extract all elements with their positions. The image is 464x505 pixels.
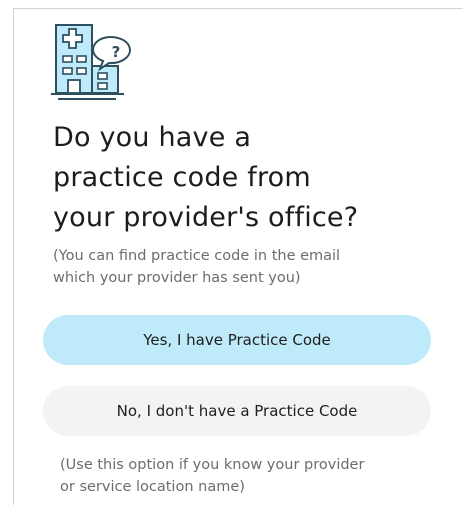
clinic-question-icon: ? xyxy=(51,24,131,100)
note-line: or service location name) xyxy=(60,479,245,495)
yes-button-label: Yes, I have Practice Code xyxy=(143,331,331,349)
page-title: Do you have a practice code from your pr… xyxy=(53,118,423,238)
svg-text:?: ? xyxy=(112,43,121,61)
title-line: your provider's office? xyxy=(53,202,359,233)
no-button-label: No, I don't have a Practice Code xyxy=(116,402,358,420)
helper-line: which your provider has sent you) xyxy=(53,270,301,286)
title-line: practice code from xyxy=(53,162,311,193)
helper-line: (You can find practice code in the email xyxy=(53,248,341,264)
yes-practice-code-button[interactable]: Yes, I have Practice Code xyxy=(43,315,431,365)
helper-text: (You can find practice code in the email… xyxy=(53,245,423,289)
title-line: Do you have a xyxy=(53,122,252,153)
no-practice-code-button[interactable]: No, I don't have a Practice Code xyxy=(43,386,431,436)
option-note: (Use this option if you know your provid… xyxy=(60,454,430,498)
note-line: (Use this option if you know your provid… xyxy=(60,457,365,473)
